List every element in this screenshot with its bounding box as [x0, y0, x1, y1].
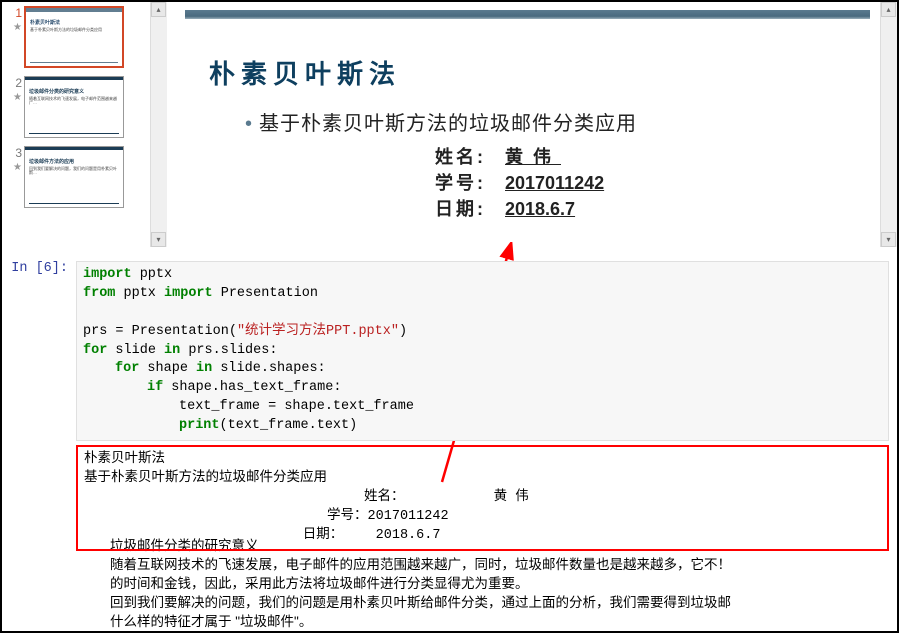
slide-number: 2 [15, 76, 22, 90]
output-line: 什么样的特征才属于 "垃圾邮件"。 [110, 613, 875, 632]
slide-thumb-3[interactable]: 3 ★ 垃圾邮件方法的应用 回到我们要解决的问题，我们的问题是用朴素贝叶斯… [6, 146, 146, 208]
output-line: 回到我们要解决的问题，我们的问题是用朴素贝叶斯给邮件分类，通过上面的分析，我们需… [110, 594, 875, 613]
id-value: 2017011242 [505, 170, 604, 196]
star-icon: ★ [6, 22, 22, 33]
name-label: 姓名: [435, 144, 505, 170]
star-icon: ★ [6, 92, 22, 103]
jupyter-cell: In [6]: import pptx from pptx import Pre… [2, 247, 897, 537]
slide-top-border [185, 10, 870, 19]
scroll-down-icon[interactable]: ▾ [881, 232, 896, 247]
output-line: 随着互联网技术的飞速发展，电子邮件的应用范围越来越广，同时，垃圾邮件数量也是越来… [110, 556, 875, 575]
scroll-up-icon[interactable]: ▴ [881, 2, 896, 17]
slide-meta: 姓名: 黄伟 学号: 2017011242 日期: 2018.6.7 [435, 144, 870, 222]
output-line: 日期： 2018.6.7 [84, 527, 881, 546]
main-scrollbar[interactable]: ▴ ▾ [880, 2, 897, 247]
main-slide[interactable]: 朴素贝叶斯法 •基于朴素贝叶斯方法的垃圾邮件分类应用 姓名: 黄伟 学号: 20… [185, 10, 870, 247]
slide-thumb-2[interactable]: 2 ★ 垃圾邮件分类的研究意义 随着互联网技术的飞速发展，电子邮件范围越来越广… [6, 76, 146, 138]
slide-subtitle: •基于朴素贝叶斯方法的垃圾邮件分类应用 [245, 107, 870, 136]
output-line: 朴素贝叶斯法 [84, 451, 881, 470]
main-slide-area: 朴素贝叶斯法 •基于朴素贝叶斯方法的垃圾邮件分类应用 姓名: 黄伟 学号: 20… [167, 2, 880, 247]
scroll-down-icon[interactable]: ▾ [151, 232, 166, 247]
code-input[interactable]: import pptx from pptx import Presentatio… [76, 261, 889, 441]
thumbnail-panel: 1 ★ 朴素贝叶斯法 基于朴素贝叶斯方法的垃圾邮件分类应用 2 ★ 垃圾邮件分类… [2, 2, 150, 247]
thumbnail-scrollbar[interactable]: ▴ ▾ [150, 2, 167, 247]
output-highlight-box: 朴素贝叶斯法 基于朴素贝叶斯方法的垃圾邮件分类应用 姓名： 黄 伟 学号：201… [76, 445, 889, 551]
date-value: 2018.6.7 [505, 196, 575, 222]
output-line: 学号：2017011242 [84, 508, 881, 527]
name-value: 黄伟 [505, 144, 561, 170]
slide-thumb-1[interactable]: 1 ★ 朴素贝叶斯法 基于朴素贝叶斯方法的垃圾邮件分类应用 [6, 6, 146, 68]
output-line: 基于朴素贝叶斯方法的垃圾邮件分类应用 [84, 470, 881, 489]
slide-title: 朴素贝叶斯法 [209, 54, 870, 91]
thumbnail-image[interactable]: 垃圾邮件分类的研究意义 随着互联网技术的飞速发展，电子邮件范围越来越广… [24, 76, 124, 138]
id-label: 学号: [435, 170, 505, 196]
bullet-icon: • [245, 113, 253, 135]
slide-number: 1 [15, 6, 22, 20]
output-line: 的时间和金钱，因此，采用此方法将垃圾邮件进行分类显得尤为重要。 [110, 575, 875, 594]
ppt-viewer: 1 ★ 朴素贝叶斯法 基于朴素贝叶斯方法的垃圾邮件分类应用 2 ★ 垃圾邮件分类… [2, 2, 897, 247]
scroll-up-icon[interactable]: ▴ [151, 2, 166, 17]
thumbnail-image[interactable]: 垃圾邮件方法的应用 回到我们要解决的问题，我们的问题是用朴素贝叶斯… [24, 146, 124, 208]
thumbnail-image[interactable]: 朴素贝叶斯法 基于朴素贝叶斯方法的垃圾邮件分类应用 [24, 6, 124, 68]
date-label: 日期: [435, 196, 505, 222]
output-line: 姓名： 黄 伟 [84, 489, 881, 508]
cell-prompt: In [6]: [10, 261, 76, 537]
star-icon: ★ [6, 162, 22, 173]
slide-number: 3 [15, 146, 22, 160]
